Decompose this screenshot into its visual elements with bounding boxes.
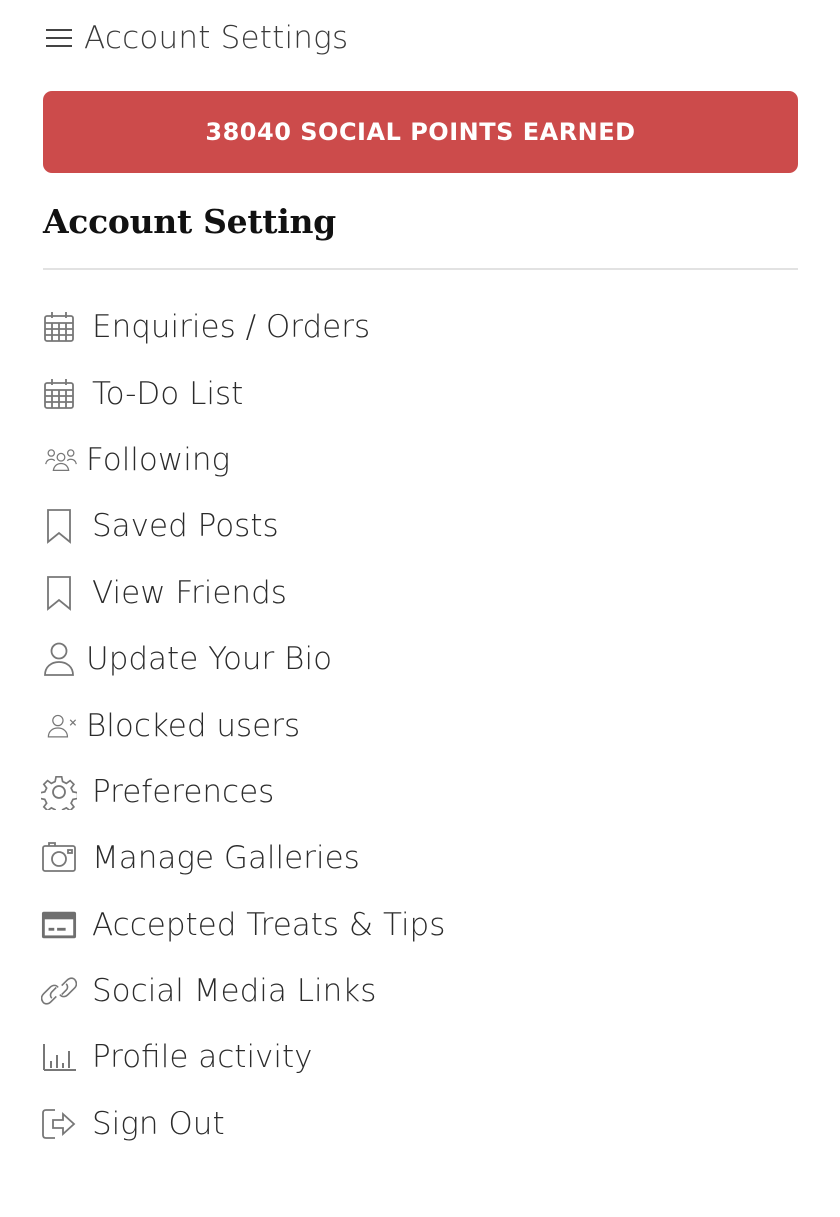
user-blocked-icon: [41, 708, 77, 744]
menu-item-sign-out[interactable]: Sign Out: [41, 1091, 801, 1157]
divider: [43, 268, 798, 270]
hamburger-menu-icon[interactable]: [44, 26, 74, 50]
menu-item-label: Following: [86, 441, 231, 478]
menu-item-to-do-list[interactable]: To-Do List: [41, 360, 801, 426]
menu-item-manage-galleries[interactable]: Manage Galleries: [41, 825, 801, 891]
menu-item-social-media-links[interactable]: Social Media Links: [41, 958, 801, 1024]
menu-item-view-friends[interactable]: View Friends: [41, 560, 801, 626]
users-group-icon: [41, 442, 77, 478]
menu-item-label: Manage Galleries: [92, 840, 360, 877]
user-icon: [41, 641, 77, 677]
sign-out-icon: [41, 1106, 77, 1142]
menu-item-label: To-Do List: [92, 375, 244, 412]
menu-item-label: Enquiries / Orders: [92, 309, 371, 346]
menu-item-label: Blocked users: [86, 707, 301, 744]
bookmark-icon: [41, 508, 77, 545]
menu-item-blocked-users[interactable]: Blocked users: [41, 692, 801, 758]
bar-chart-icon: [41, 1039, 77, 1075]
account-menu: Enquiries / Orders To-Do List Following …: [41, 294, 801, 1157]
menu-item-saved-posts[interactable]: Saved Posts: [41, 493, 801, 559]
menu-item-accepted-treats-tips[interactable]: Accepted Treats & Tips: [41, 892, 801, 958]
menu-item-enquiries-orders[interactable]: Enquiries / Orders: [41, 294, 801, 360]
menu-item-label: Update Your Bio: [86, 641, 333, 678]
menu-item-label: Saved Posts: [92, 508, 279, 545]
calendar-icon: [41, 309, 77, 345]
section-heading: Account Setting: [43, 202, 336, 241]
menu-item-following[interactable]: Following: [41, 427, 801, 493]
link-icon: [41, 973, 77, 1009]
menu-item-label: Social Media Links: [92, 973, 377, 1010]
page-title: Account Settings: [84, 20, 349, 56]
menu-item-preferences[interactable]: Preferences: [41, 759, 801, 825]
menu-item-label: Profile activity: [92, 1039, 313, 1076]
menu-item-label: Preferences: [92, 773, 275, 810]
top-bar: Account Settings: [44, 16, 348, 60]
credit-card-icon: [41, 907, 77, 943]
camera-icon: [41, 840, 77, 876]
menu-item-label: Sign Out: [92, 1105, 225, 1142]
menu-item-update-your-bio[interactable]: Update Your Bio: [41, 626, 801, 692]
social-points-banner[interactable]: 38040 SOCIAL POINTS EARNED: [43, 91, 798, 173]
bookmark-icon: [41, 575, 77, 611]
calendar-icon: [41, 376, 77, 412]
menu-item-label: Accepted Treats & Tips: [92, 906, 446, 943]
gear-icon: [41, 774, 77, 810]
menu-item-label: View Friends: [92, 574, 287, 611]
menu-item-profile-activity[interactable]: Profile activity: [41, 1024, 801, 1090]
social-points-text: 38040 SOCIAL POINTS EARNED: [205, 118, 636, 146]
